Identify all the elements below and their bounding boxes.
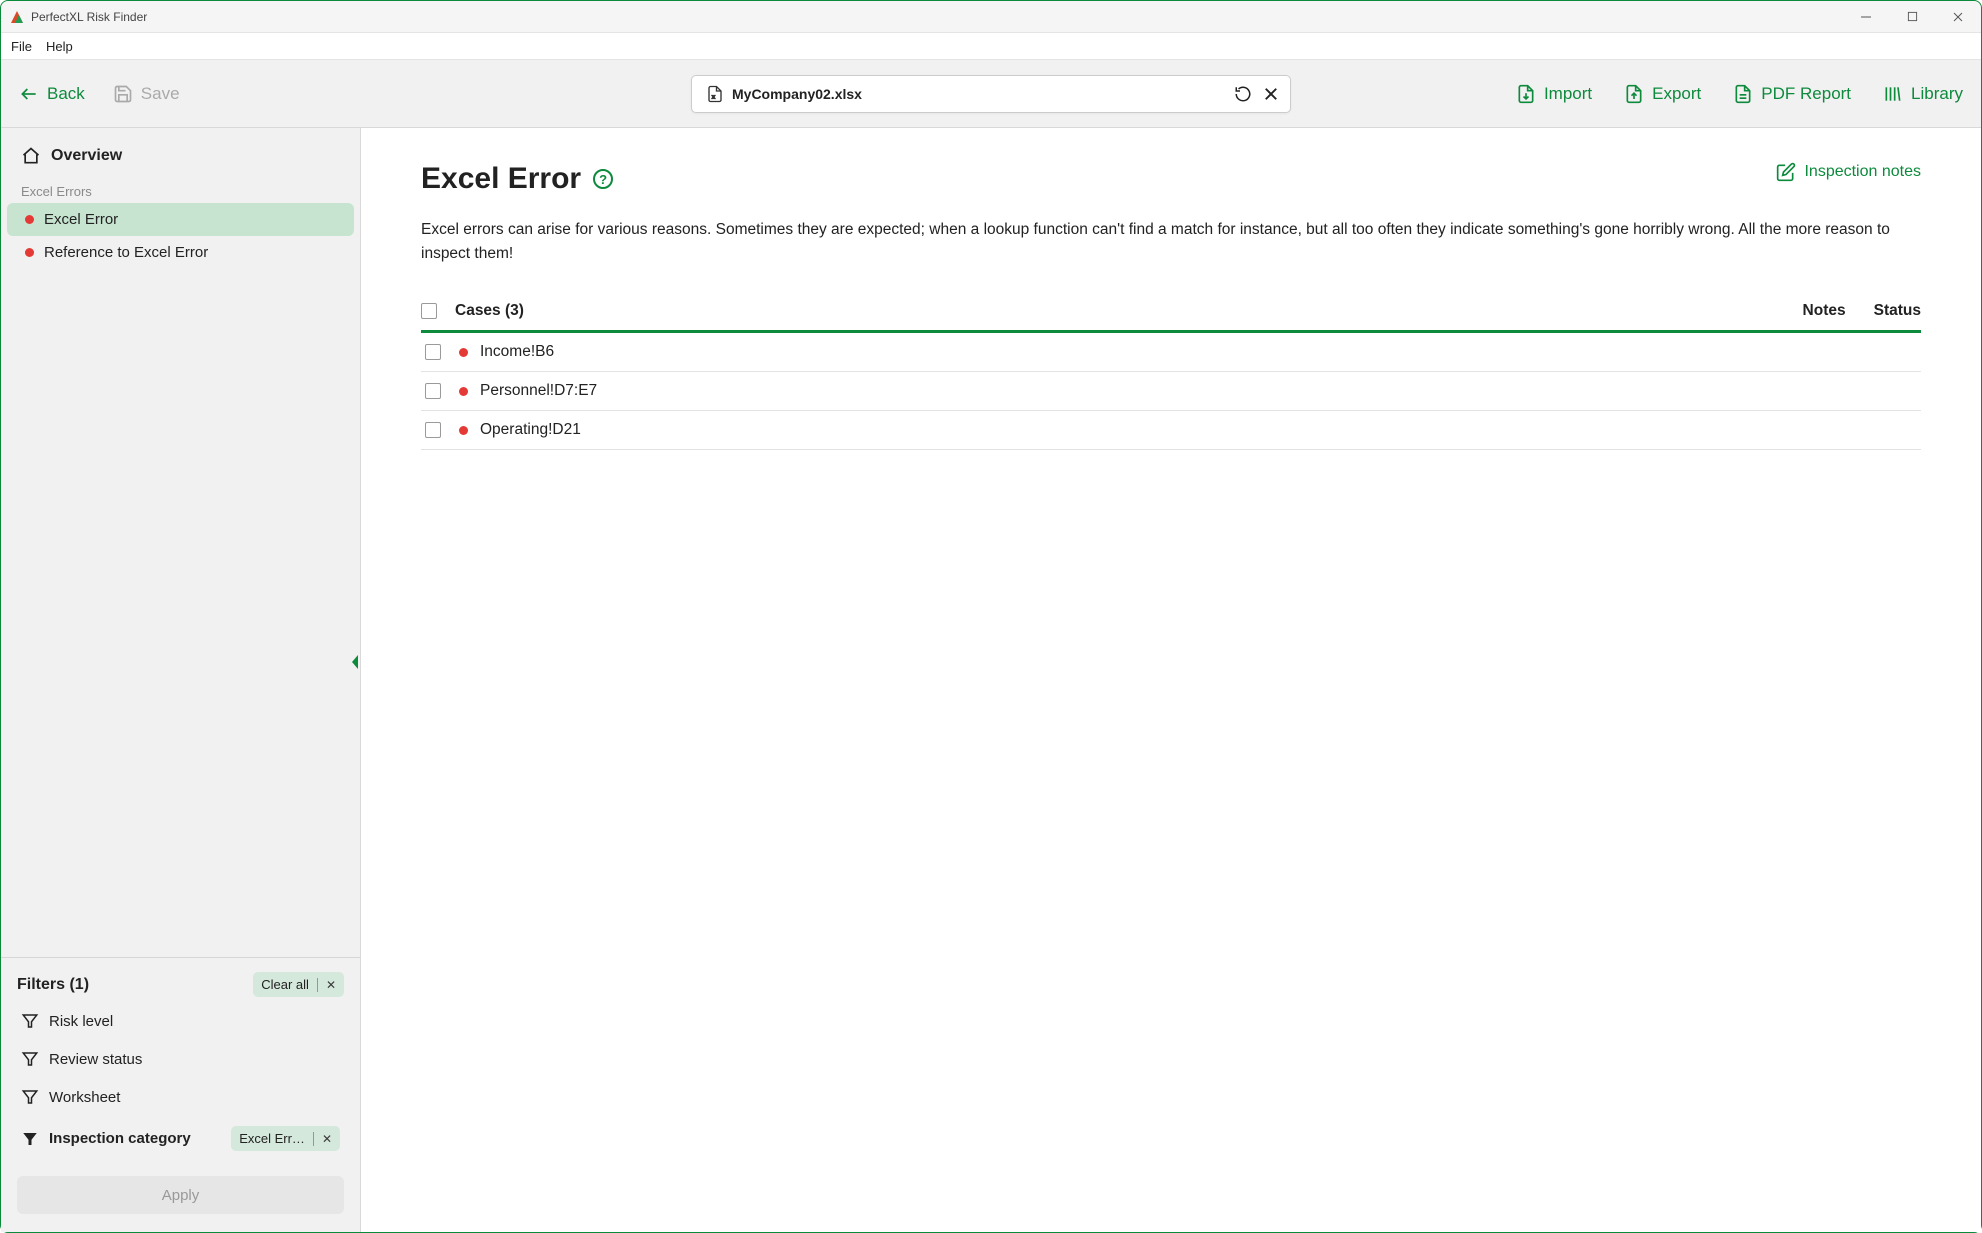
cases-label: Cases (3) — [455, 302, 524, 320]
apply-button[interactable]: Apply — [17, 1176, 344, 1214]
filter-worksheet[interactable]: Worksheet — [17, 1083, 344, 1111]
back-label: Back — [47, 84, 85, 104]
pdf-report-label: PDF Report — [1761, 84, 1851, 104]
overview-label: Overview — [51, 147, 122, 165]
pdf-report-button[interactable]: PDF Report — [1733, 84, 1851, 104]
case-label: Income!B6 — [480, 343, 554, 361]
main-panel: Excel Error ? Inspection notes Excel err… — [361, 128, 1981, 1232]
inspection-notes-label: Inspection notes — [1804, 163, 1921, 181]
filter-review-status-label: Review status — [49, 1051, 142, 1068]
filters-title: Filters (1) — [17, 976, 89, 994]
arrow-left-icon — [19, 84, 39, 104]
undo-icon — [1234, 85, 1252, 103]
cases-header: Cases (3) Notes Status — [421, 302, 1921, 330]
filter-inspection-category-label: Inspection category — [49, 1130, 191, 1147]
file-excel-icon: x — [706, 85, 724, 103]
home-icon — [21, 146, 41, 166]
select-all-checkbox[interactable] — [421, 303, 437, 319]
case-row[interactable]: Personnel!D7:E7 — [421, 372, 1921, 411]
clear-all-label: Clear all — [261, 977, 309, 992]
clear-all-chip[interactable]: Clear all ✕ — [253, 972, 344, 997]
refresh-button[interactable] — [1232, 83, 1254, 105]
case-label: Operating!D21 — [480, 421, 581, 439]
export-label: Export — [1652, 84, 1701, 104]
filter-worksheet-label: Worksheet — [49, 1089, 120, 1106]
filter-review-status[interactable]: Review status — [17, 1045, 344, 1073]
column-notes: Notes — [1803, 302, 1846, 320]
column-status: Status — [1874, 302, 1921, 320]
x-icon: ✕ — [322, 1132, 332, 1146]
filter-icon — [21, 1088, 39, 1106]
sidebar-item-label: Reference to Excel Error — [44, 244, 208, 261]
export-button[interactable]: Export — [1624, 84, 1701, 104]
sidebar-section-label: Excel Errors — [1, 180, 360, 203]
filter-icon — [21, 1050, 39, 1068]
close-icon — [1262, 85, 1280, 103]
import-button[interactable]: Import — [1516, 84, 1592, 104]
page-title: Excel Error — [421, 162, 581, 196]
filename: MyCompany02.xlsx — [732, 86, 1232, 102]
sidebar-collapse-handle[interactable] — [348, 648, 362, 676]
overview-link[interactable]: Overview — [1, 128, 360, 180]
menu-bar: File Help — [1, 33, 1981, 60]
inspection-chip-label: Excel Err… — [239, 1131, 305, 1146]
save-icon — [113, 84, 133, 104]
help-icon[interactable]: ? — [593, 169, 613, 189]
library-icon — [1883, 84, 1903, 104]
risk-dot-icon — [25, 248, 34, 257]
case-checkbox[interactable] — [425, 383, 441, 399]
sidebar-item-reference-error[interactable]: Reference to Excel Error — [1, 236, 360, 269]
app-title: PerfectXL Risk Finder — [31, 10, 147, 24]
import-icon — [1516, 84, 1536, 104]
toolbar: Back Save x MyCompany02.xlsx Import Expo… — [1, 60, 1981, 128]
inspection-chip[interactable]: Excel Err… ✕ — [231, 1126, 340, 1151]
window-minimize-button[interactable] — [1843, 1, 1889, 33]
file-pill: x MyCompany02.xlsx — [691, 75, 1291, 113]
risk-dot-icon — [459, 348, 468, 357]
edit-icon — [1776, 162, 1796, 182]
filter-icon — [21, 1012, 39, 1030]
save-label: Save — [141, 84, 180, 104]
risk-dot-icon — [459, 387, 468, 396]
filter-risk-level[interactable]: Risk level — [17, 1007, 344, 1035]
filter-solid-icon — [21, 1130, 39, 1148]
case-row[interactable]: Operating!D21 — [421, 411, 1921, 450]
library-label: Library — [1911, 84, 1963, 104]
window-maximize-button[interactable] — [1889, 1, 1935, 33]
library-button[interactable]: Library — [1883, 84, 1963, 104]
content: Overview Excel Errors Excel Error Refere… — [1, 128, 1981, 1232]
window-close-button[interactable] — [1935, 1, 1981, 33]
import-label: Import — [1544, 84, 1592, 104]
case-checkbox[interactable] — [425, 344, 441, 360]
case-checkbox[interactable] — [425, 422, 441, 438]
menu-help[interactable]: Help — [46, 39, 73, 54]
filter-risk-level-label: Risk level — [49, 1013, 113, 1030]
case-row[interactable]: Income!B6 — [421, 333, 1921, 372]
svg-text:x: x — [712, 94, 715, 100]
close-file-button[interactable] — [1260, 83, 1282, 105]
filter-inspection-category[interactable]: Inspection category Excel Err… ✕ — [17, 1121, 344, 1156]
sidebar: Overview Excel Errors Excel Error Refere… — [1, 128, 361, 1232]
title-bar: PerfectXL Risk Finder — [1, 1, 1981, 33]
apply-label: Apply — [162, 1187, 200, 1204]
menu-file[interactable]: File — [11, 39, 32, 54]
pdf-icon — [1733, 84, 1753, 104]
inspection-notes-button[interactable]: Inspection notes — [1776, 162, 1921, 182]
sidebar-item-excel-error[interactable]: Excel Error — [7, 203, 354, 236]
page-description: Excel errors can arise for various reaso… — [421, 218, 1921, 266]
caret-left-icon — [350, 652, 360, 672]
case-label: Personnel!D7:E7 — [480, 382, 597, 400]
filters-panel: Filters (1) Clear all ✕ Risk level Revie… — [1, 957, 360, 1232]
risk-dot-icon — [459, 426, 468, 435]
x-icon: ✕ — [326, 978, 336, 992]
risk-dot-icon — [25, 215, 34, 224]
sidebar-item-label: Excel Error — [44, 211, 118, 228]
app-icon — [9, 9, 25, 25]
back-button[interactable]: Back — [19, 84, 85, 104]
export-icon — [1624, 84, 1644, 104]
save-button[interactable]: Save — [113, 84, 180, 104]
